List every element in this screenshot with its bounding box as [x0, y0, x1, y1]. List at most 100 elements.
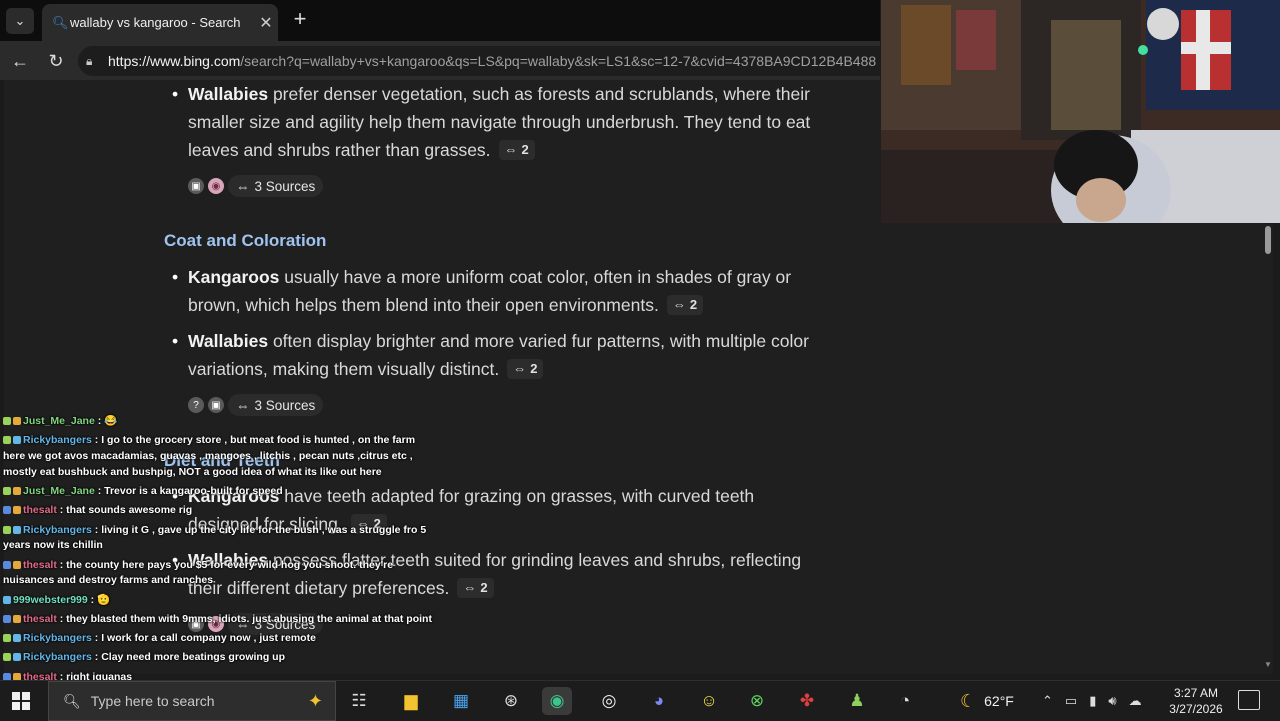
badge-icon [3, 506, 11, 515]
source-favicon-icon: ◉ [208, 178, 224, 194]
citation-badge[interactable]: ⇔ 2 [507, 359, 544, 379]
tab-title: wallaby vs kangaroo - Search [70, 15, 241, 30]
badge-icon [3, 560, 11, 569]
weather-temp: 62°F [984, 693, 1014, 709]
chat-message: Just_Me_Jane : 😂 [0, 414, 440, 430]
page-scrollbar[interactable] [1263, 224, 1273, 674]
cloud-icon[interactable]: ☁ [1129, 693, 1142, 709]
taskbar-search-input[interactable]: 🔍︎ Type here to search ✦ [48, 681, 336, 721]
xbox-icon[interactable]: ⊗ [742, 687, 772, 715]
weather-widget[interactable]: ☾ 62°F [960, 681, 1014, 721]
chat-message: Rickybangers : I work for a call company… [0, 631, 440, 647]
link-icon: ⇔ [504, 142, 518, 157]
source-favicon-icon: ? [188, 397, 204, 413]
meet-icon[interactable]: ▭ [1065, 693, 1077, 709]
system-tray: ⌃ ▭ ▮ 🔊︎ ☁ [1042, 681, 1142, 721]
task-view-icon[interactable]: ☷ [344, 687, 374, 715]
close-icon[interactable]: ✕ [254, 13, 278, 33]
chat-username: Rickybangers [23, 434, 92, 447]
taskbar: 🔍︎ Type here to search ✦ ☷ ▆ ▦ ⊛ ◉ ◎ ◕ ☺… [0, 680, 1280, 721]
badge-icon [13, 436, 21, 445]
link-icon: ⇔ [236, 397, 250, 413]
badge-icon [3, 653, 11, 662]
tab-actions-menu-icon[interactable]: ⌄ [6, 8, 34, 34]
notification-icon[interactable] [1238, 690, 1260, 710]
chat-message: thesalt : that sounds awesome rig [0, 503, 440, 519]
badge-icon [13, 653, 21, 662]
sources-button[interactable]: ⇔ 3 Sources [228, 175, 324, 197]
chat-message: thesalt : they blasted them with 9mms, i… [0, 612, 440, 628]
chat-message: Just_Me_Jane : Trevor is a kangaroo-buil… [0, 484, 440, 500]
badge-icon [3, 595, 11, 604]
chat-username: Just_Me_Jane [23, 485, 95, 497]
discord-icon[interactable]: ◕ [644, 687, 674, 715]
chat-text: : I work for a call company now , just r… [91, 632, 316, 645]
badge-icon [3, 487, 11, 495]
chat-text: : Trevor is a kangaroo-built for speed [94, 485, 283, 497]
speaker-icon[interactable]: 🔊︎ [1108, 693, 1116, 709]
link-icon: ⇔ [236, 178, 250, 194]
badge-icon [3, 614, 11, 623]
moon-icon: ☾ [960, 690, 977, 711]
citation-badge[interactable]: ⇔ 2 [666, 295, 704, 315]
badge-icon [3, 436, 11, 445]
sources-row: ? ▣ ⇔ 3 Sources [188, 394, 324, 416]
chevron-up-icon[interactable]: ⌃ [1042, 693, 1053, 709]
citation-badge[interactable]: ⇔ 2 [457, 578, 494, 598]
badge-icon [13, 525, 21, 534]
game-app-icon[interactable]: ✤ [792, 687, 822, 715]
badge-icon [13, 487, 21, 495]
obs-icon[interactable]: ◎ [594, 687, 624, 715]
chat-text: : they blasted them with 9mms, idiots. j… [56, 612, 432, 625]
clock-time: 3:27 AM [1173, 686, 1219, 700]
chat-username: thesalt [23, 612, 57, 625]
chat-username: Rickybangers [23, 651, 92, 664]
chess-icon[interactable]: ♟ [842, 687, 872, 715]
chat-username: Rickybangers [23, 632, 92, 645]
chat-username: 999webster999 [13, 593, 88, 606]
store-icon[interactable]: ▦ [446, 687, 476, 715]
address-bar-row: ← ↻ 🔒︎ https://www.bing.com/search?q=wal… [0, 41, 880, 80]
chat-username: thesalt [23, 558, 57, 571]
chat-message: 999webster999 : 🫡 [0, 593, 440, 609]
file-explorer-icon[interactable]: ▆ [396, 687, 426, 715]
chat-text: : 😂 [94, 415, 118, 427]
tab-active[interactable]: 🔍︎ wallaby vs kangaroo - Search ✕ [42, 4, 278, 41]
scroll-down-icon[interactable]: ▼ [1264, 660, 1272, 669]
chat-message: thesalt : the county here pays you $5 fo… [0, 558, 440, 589]
badge-icon [13, 634, 21, 643]
badge-icon [13, 560, 21, 569]
chat-message: Rickybangers : Clay need more beatings g… [0, 650, 440, 666]
link-icon: ⇔ [463, 580, 477, 595]
chat-text: : the county here pays you $5 for every … [3, 558, 394, 587]
chat-message: Rickybangers : living it G , gave up the… [0, 523, 440, 554]
badge-icon [13, 614, 21, 623]
citation-badge[interactable]: ⇔ 2 [498, 140, 535, 160]
edge-icon[interactable]: ◉ [542, 687, 572, 715]
webcam-image [881, 0, 1280, 223]
sparkle-icon: ✦ [307, 690, 323, 711]
new-tab-button[interactable]: + [288, 7, 312, 31]
url-field[interactable]: 🔒︎ https://www.bing.com/search?q=wallaby… [78, 46, 880, 76]
chat-username: Just_Me_Jane [23, 415, 95, 427]
speed-app-icon[interactable]: ◔ [890, 687, 920, 715]
chat-message: Rickybangers : I go to the grocery store… [0, 433, 440, 480]
sources-row: ▣ ◉ ⇔ 3 Sources [188, 175, 324, 197]
clock[interactable]: 3:27 AM 3/27/2026 [1158, 685, 1234, 717]
sources-button[interactable]: ⇔ 3 Sources [228, 394, 324, 416]
back-button[interactable]: ← [8, 49, 32, 73]
snapchat-icon[interactable]: ☺ [694, 687, 724, 715]
link-icon: ⇔ [672, 297, 686, 312]
search-icon: 🔍︎ [52, 14, 69, 30]
webcam-overlay [881, 0, 1280, 223]
windows-start-icon[interactable] [12, 692, 30, 710]
scrollbar-thumb[interactable] [1265, 226, 1271, 254]
url-text: https://www.bing.com/search?q=wallaby+vs… [108, 53, 877, 69]
chat-text: : 🫡 [87, 593, 111, 606]
refresh-button[interactable]: ↻ [44, 49, 68, 73]
steam-icon[interactable]: ⊛ [496, 687, 526, 715]
usb-icon[interactable]: ▮ [1089, 693, 1096, 709]
badge-icon [3, 417, 11, 425]
habitat-wallabies-point: Wallabies prefer denser vegetation, such… [172, 80, 828, 164]
stream-chat-overlay: Just_Me_Jane : 😂 Rickybangers : I go to … [0, 414, 440, 689]
